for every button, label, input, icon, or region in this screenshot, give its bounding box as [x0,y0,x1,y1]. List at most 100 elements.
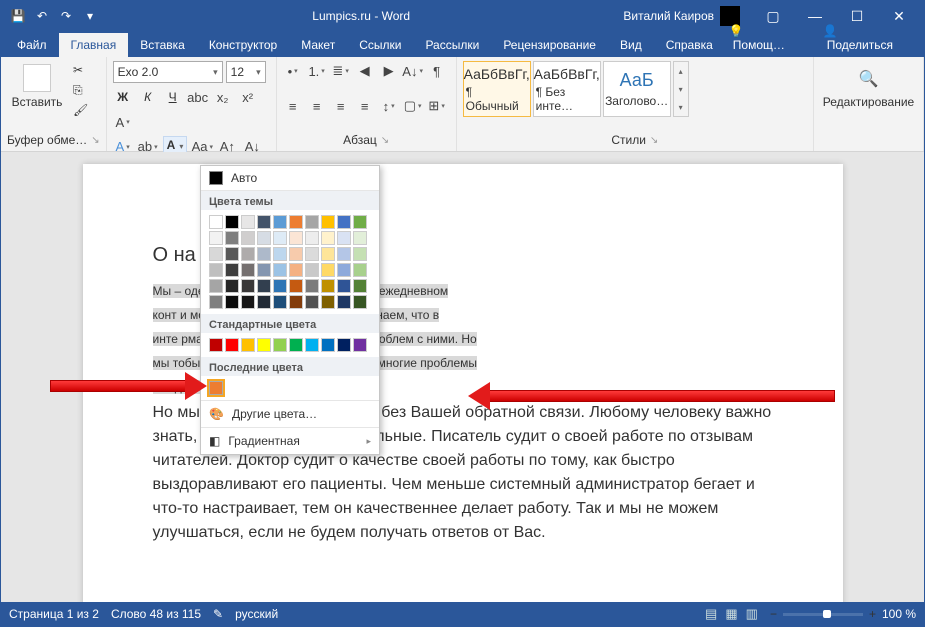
multilevel-icon[interactable]: ≣ [331,61,351,81]
color-swatch[interactable] [225,263,239,277]
color-swatch[interactable] [225,279,239,293]
zoom-slider[interactable] [783,613,863,616]
undo-icon[interactable]: ↶ [33,7,51,25]
color-swatch[interactable] [273,279,287,293]
tab-mailings[interactable]: Рассылки [413,33,491,57]
color-swatch[interactable] [353,215,367,229]
zoom-level[interactable]: 100 % [882,607,916,621]
color-swatch[interactable] [289,231,303,245]
color-swatch[interactable] [241,263,255,277]
color-swatch[interactable] [209,231,223,245]
color-swatch[interactable] [337,338,351,352]
color-swatch[interactable] [225,295,239,309]
italic-icon[interactable]: К [138,87,158,107]
find-icon[interactable]: 🔍 [859,69,879,89]
color-swatch[interactable] [241,279,255,293]
share-button[interactable]: 👤 Поделиться [819,19,914,57]
color-swatch[interactable] [273,295,287,309]
view-read-icon[interactable]: ▤ [705,606,717,622]
color-swatch[interactable] [321,279,335,293]
color-swatch[interactable] [273,215,287,229]
color-swatch[interactable] [225,215,239,229]
color-swatch[interactable] [273,338,287,352]
color-swatch[interactable] [241,215,255,229]
style-no-spacing[interactable]: АаБбВвГг,¶ Без инте… [533,61,601,117]
color-swatch[interactable] [209,279,223,293]
redo-icon[interactable]: ↷ [57,7,75,25]
color-swatch[interactable] [337,263,351,277]
styles-launcher-icon[interactable]: ↘ [650,135,658,146]
color-swatch[interactable] [241,231,255,245]
align-left-icon[interactable]: ≡ [283,96,303,116]
color-swatch[interactable] [209,263,223,277]
color-swatch[interactable] [289,279,303,293]
tab-layout[interactable]: Макет [289,33,347,57]
language-indicator[interactable]: русский [235,607,278,621]
copy-icon[interactable]: ⎘ [73,81,93,99]
zoom-in-icon[interactable]: + [869,607,876,621]
tab-home[interactable]: Главная [59,33,129,57]
zoom-out-icon[interactable]: − [770,607,777,621]
tab-insert[interactable]: Вставка [128,33,197,57]
color-swatch[interactable] [273,247,287,261]
color-swatch[interactable] [257,279,271,293]
cut-icon[interactable]: ✂ [73,61,93,79]
color-swatch[interactable] [257,247,271,261]
color-swatch[interactable] [225,231,239,245]
more-colors[interactable]: 🎨 Другие цвета… [201,400,379,427]
underline-icon[interactable]: Ч [163,87,183,107]
color-swatch[interactable] [289,263,303,277]
show-marks-icon[interactable]: ¶ [427,61,447,81]
tab-references[interactable]: Ссылки [347,33,413,57]
color-swatch[interactable] [321,215,335,229]
strike-icon[interactable]: abc [188,87,208,107]
color-swatch[interactable] [321,338,335,352]
color-swatch[interactable] [241,247,255,261]
para-launcher-icon[interactable]: ↘ [381,135,389,146]
proofing-icon[interactable]: ✎ [213,607,223,621]
gradient-menu[interactable]: ◧ Градиентная ▸ [201,427,379,454]
color-swatch[interactable] [257,231,271,245]
color-swatch[interactable] [337,295,351,309]
color-swatch[interactable] [289,215,303,229]
font-name-combo[interactable]: Exo 2.0▾ [113,61,223,83]
tab-design[interactable]: Конструктор [197,33,289,57]
style-normal[interactable]: АаБбВвГг,¶ Обычный [463,61,531,117]
color-swatch[interactable] [337,279,351,293]
save-icon[interactable]: 💾 [9,7,27,25]
color-swatch[interactable] [305,215,319,229]
qat-more-icon[interactable]: ▾ [81,7,99,25]
color-swatch[interactable] [289,295,303,309]
color-swatch[interactable] [241,295,255,309]
color-swatch[interactable] [305,231,319,245]
tab-help[interactable]: Справка [654,33,725,57]
color-swatch[interactable] [321,247,335,261]
decrease-indent-icon[interactable]: ◀ [355,61,375,81]
borders-icon[interactable]: ⊞ [427,96,447,116]
color-swatch[interactable] [209,247,223,261]
font-size-combo[interactable]: 12▾ [226,61,266,83]
format-painter-icon[interactable]: 🖌 [73,101,93,119]
color-swatch[interactable] [337,247,351,261]
paste-button[interactable]: Вставить [7,61,67,109]
tab-file[interactable]: Файл [5,33,59,57]
bullets-icon[interactable]: • [283,61,303,81]
color-swatch[interactable] [225,338,239,352]
color-swatch[interactable] [337,215,351,229]
shading-icon[interactable]: ▢ [403,96,423,116]
justify-icon[interactable]: ≡ [355,96,375,116]
editing-label[interactable]: Редактирование [823,95,914,109]
color-swatch[interactable] [257,338,271,352]
increase-indent-icon[interactable]: ▶ [379,61,399,81]
tab-view[interactable]: Вид [608,33,654,57]
color-swatch[interactable] [353,279,367,293]
color-swatch[interactable] [273,231,287,245]
line-spacing-icon[interactable]: ↕ [379,96,399,116]
color-auto[interactable]: Авто [201,166,379,191]
color-swatch[interactable] [321,263,335,277]
user-area[interactable]: Виталий Каиров [623,6,740,26]
color-swatch[interactable] [209,338,223,352]
color-swatch[interactable] [305,279,319,293]
color-swatch[interactable] [257,263,271,277]
color-swatch[interactable] [273,263,287,277]
